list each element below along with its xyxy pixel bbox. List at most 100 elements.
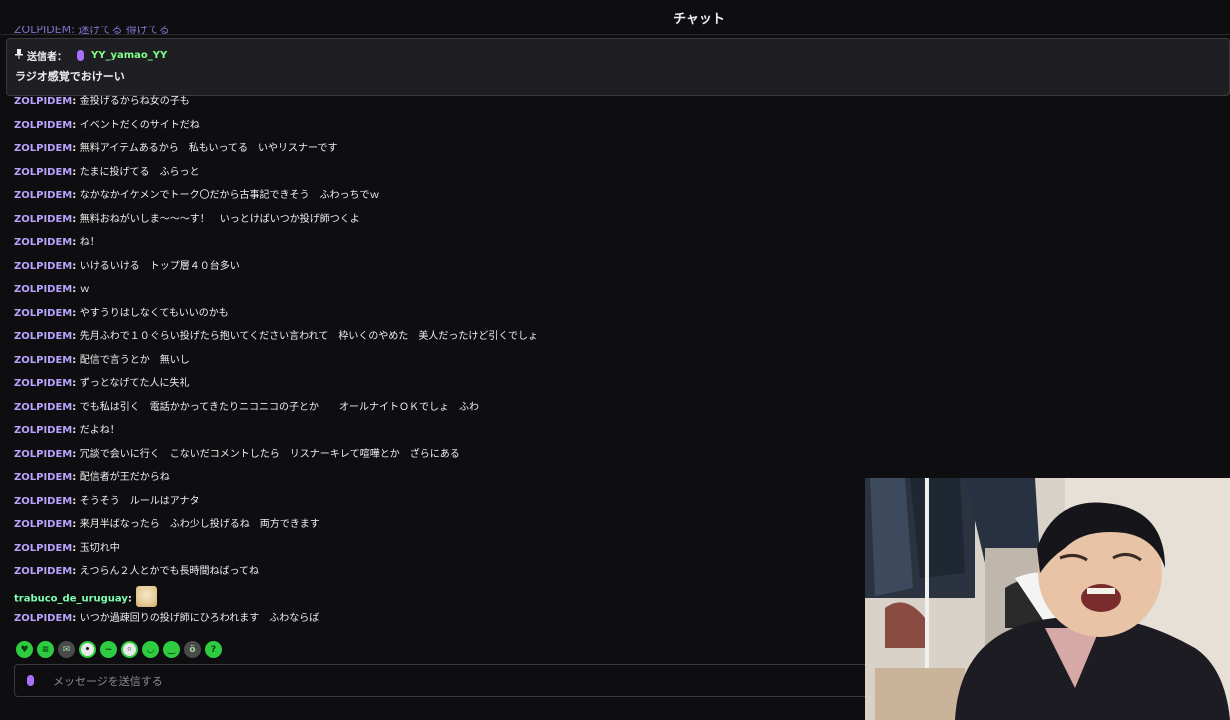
chat-username[interactable]: ZOLPIDEM — [14, 143, 72, 154]
chat-message: ZOLPIDEM: でも私は引く 電話かかってきたりニコニコの子とか オールナイ… — [14, 400, 854, 424]
username-separator: : — [72, 213, 80, 225]
chat-username[interactable]: ZOLPIDEM — [14, 566, 72, 577]
username-separator: : — [72, 260, 80, 272]
chat-message-text: イベントだくのサイトだね — [79, 119, 200, 131]
username-separator: : — [72, 354, 80, 366]
microphone-icon[interactable] — [27, 675, 34, 686]
pinned-message[interactable]: 送信者： YY_yamao_YY ラジオ感覚でおけーい — [6, 38, 1230, 96]
username-separator: : — [72, 495, 80, 507]
frog-heart-emote-icon[interactable]: ♥ — [16, 641, 33, 658]
chat-username[interactable]: ZOLPIDEM — [14, 214, 72, 225]
username-separator: : — [72, 542, 80, 554]
username-separator: : — [72, 190, 80, 201]
chat-username[interactable]: ZOLPIDEM — [14, 613, 72, 624]
chat-username[interactable]: ZOLPIDEM — [14, 190, 72, 201]
frog-dark-emote-icon[interactable]: ö — [184, 641, 201, 658]
chat-username[interactable]: trabuco_de_uruguay — [14, 593, 128, 604]
chat-username[interactable]: ZOLPIDEM — [14, 449, 72, 460]
ring-wave-emote-icon[interactable]: ◦ — [121, 641, 138, 658]
chat-message-text: なかなかイケメンでトーク〇だから古事記できそう ふわっちでｗ — [79, 190, 380, 201]
chat-message-text: 金投げるからね女の子も — [79, 96, 190, 107]
chat-message: ZOLPIDEM: えつらん２人とかでも長時間ねばってね — [14, 564, 854, 588]
username-separator: : — [72, 613, 80, 624]
chat-message: ZOLPIDEM: 玉切れ中 — [14, 541, 854, 565]
chat-message-text: 来月半ばなったら ふわ少し投げるね 両方できます — [79, 519, 320, 530]
username-separator: : — [72, 378, 80, 389]
pinned-sender-row: 送信者： YY_yamao_YY — [15, 48, 167, 63]
username-separator: : — [72, 448, 80, 460]
chat-message: ZOLPIDEM: 来月半ばなったら ふわ少し投げるね 両方できます — [14, 517, 854, 541]
username-separator: : — [72, 166, 80, 178]
chat-message-text: いけるいける トップ層４０台多い — [79, 260, 240, 272]
clipped-chat-line: ZOLPIDEM: 迷げてる 得げてる — [14, 26, 170, 34]
pinned-message-text: ラジオ感覚でおけーい — [15, 70, 125, 83]
sticker-image — [136, 585, 158, 607]
frog-note-emote-icon[interactable]: ≡ — [37, 641, 54, 658]
chat-message: ZOLPIDEM: やすうりはしなくてもいいのかも — [14, 306, 854, 330]
chat-message-text: いつか過疎回りの投げ師にひろわれます ふわならば — [79, 613, 320, 624]
chat-message-text: ｗ — [79, 284, 90, 295]
frog-bubble-emote-icon[interactable]: ‿ — [163, 641, 180, 658]
ring-face-emote-icon[interactable]: • — [79, 641, 96, 658]
chat-message-text: でも私は引く 電話かかってきたりニコニコの子とか オールナイトＯＫでしょ ふわ — [79, 401, 479, 413]
chat-message: ZOLPIDEM: いけるいける トップ層４０台多い — [14, 259, 854, 283]
chat-message-text: 配信で言うとか 無いし — [79, 354, 190, 366]
username-separator: : — [72, 119, 80, 131]
chat-message: ZOLPIDEM: ずっとなげてた人に失礼 — [14, 376, 854, 400]
username-separator: : — [72, 519, 80, 530]
chat-message: ZOLPIDEM: 無料おねがいしま〜〜〜す！ いっとけばいつか投げ師つくよ — [14, 212, 854, 236]
username-separator: : — [72, 566, 80, 577]
chat-message-list: ZOLPIDEM: 金投げるからね女の子も ZOLPIDEM: イベントだくのサイ… — [14, 94, 854, 635]
chat-username[interactable]: ZOLPIDEM — [14, 402, 72, 413]
microphone-icon — [77, 50, 84, 61]
chat-message-text: そうそう ルールはアナタ — [79, 495, 200, 507]
chat-message: ZOLPIDEM: 先月ふわで１０ぐらい投げたら抱いてください言われて 枠いくの… — [14, 329, 854, 353]
username-separator: : — [72, 307, 80, 319]
chat-message-text: 先月ふわで１０ぐらい投げたら抱いてください言われて 枠いくのやめた 美人だったけ… — [79, 331, 539, 342]
chat-message: ZOLPIDEM: いつか過疎回りの投げ師にひろわれます ふわならば — [14, 611, 854, 635]
username-separator: : — [72, 472, 80, 483]
chat-username[interactable]: ZOLPIDEM — [14, 237, 72, 248]
letter-emote-icon[interactable]: ✉ — [58, 641, 75, 658]
username-separator: : — [72, 401, 80, 413]
chat-username[interactable]: ZOLPIDEM — [14, 331, 72, 342]
chat-username[interactable]: ZOLPIDEM — [14, 543, 72, 554]
chat-message: trabuco_de_uruguay: — [14, 585, 854, 612]
pin-icon — [15, 49, 23, 62]
frog-question-emote-icon[interactable]: ? — [205, 641, 222, 658]
webcam-overlay — [865, 478, 1230, 720]
chat-username[interactable]: ZOLPIDEM — [14, 496, 72, 507]
chat-message-text: 配信者が王だからね — [79, 472, 170, 483]
chat-username[interactable]: ZOLPIDEM — [14, 472, 72, 483]
message-input[interactable] — [51, 665, 875, 698]
chat-username[interactable]: ZOLPIDEM — [14, 425, 72, 436]
chat-message-text: 無料おねがいしま〜〜〜す！ いっとけばいつか投げ師つくよ — [79, 213, 360, 225]
chat-message-text: やすうりはしなくてもいいのかも — [79, 307, 229, 319]
chat-message-text: だよね！ — [79, 425, 120, 436]
chat-username[interactable]: ZOLPIDEM — [14, 308, 72, 319]
chat-input-box[interactable] — [14, 664, 894, 698]
pinned-sender-label: 送信者： — [27, 52, 67, 63]
chat-username[interactable]: ZOLPIDEM — [14, 519, 72, 530]
emote-bar: ♥ ≡ ✉ • ~ ◦ ◡ ‿ ö? — [16, 641, 222, 658]
chat-message-text: ずっとなげてた人に失礼 — [79, 378, 190, 389]
chat-message: ZOLPIDEM: イベントだくのサイトだね — [14, 118, 854, 142]
chat-header: チャット — [0, 0, 1230, 35]
chat-message: ZOLPIDEM: 配信で言うとか 無いし — [14, 353, 854, 377]
chat-username[interactable]: ZOLPIDEM — [14, 261, 72, 272]
chat-username[interactable]: ZOLPIDEM — [14, 284, 72, 295]
frog-chat-emote-icon[interactable]: ~ — [100, 641, 117, 658]
chat-username[interactable]: ZOLPIDEM — [14, 355, 72, 366]
chat-message-text: えつらん２人とかでも長時間ねばってね — [79, 566, 259, 577]
chat-username[interactable]: ZOLPIDEM — [14, 378, 72, 389]
pinned-username[interactable]: YY_yamao_YY — [91, 50, 167, 61]
chat-message-text: ね！ — [79, 237, 100, 248]
chat-username[interactable]: ZOLPIDEM — [14, 120, 72, 131]
frog-smile-emote-icon[interactable]: ◡ — [142, 641, 159, 658]
chat-username[interactable]: ZOLPIDEM — [14, 96, 72, 107]
chat-message-text: 玉切れ中 — [79, 542, 120, 554]
chat-message: ZOLPIDEM: だよね！ — [14, 423, 854, 447]
chat-username[interactable]: ZOLPIDEM — [14, 167, 72, 178]
chat-title: チャット — [673, 12, 725, 27]
username-separator: : — [72, 331, 80, 342]
